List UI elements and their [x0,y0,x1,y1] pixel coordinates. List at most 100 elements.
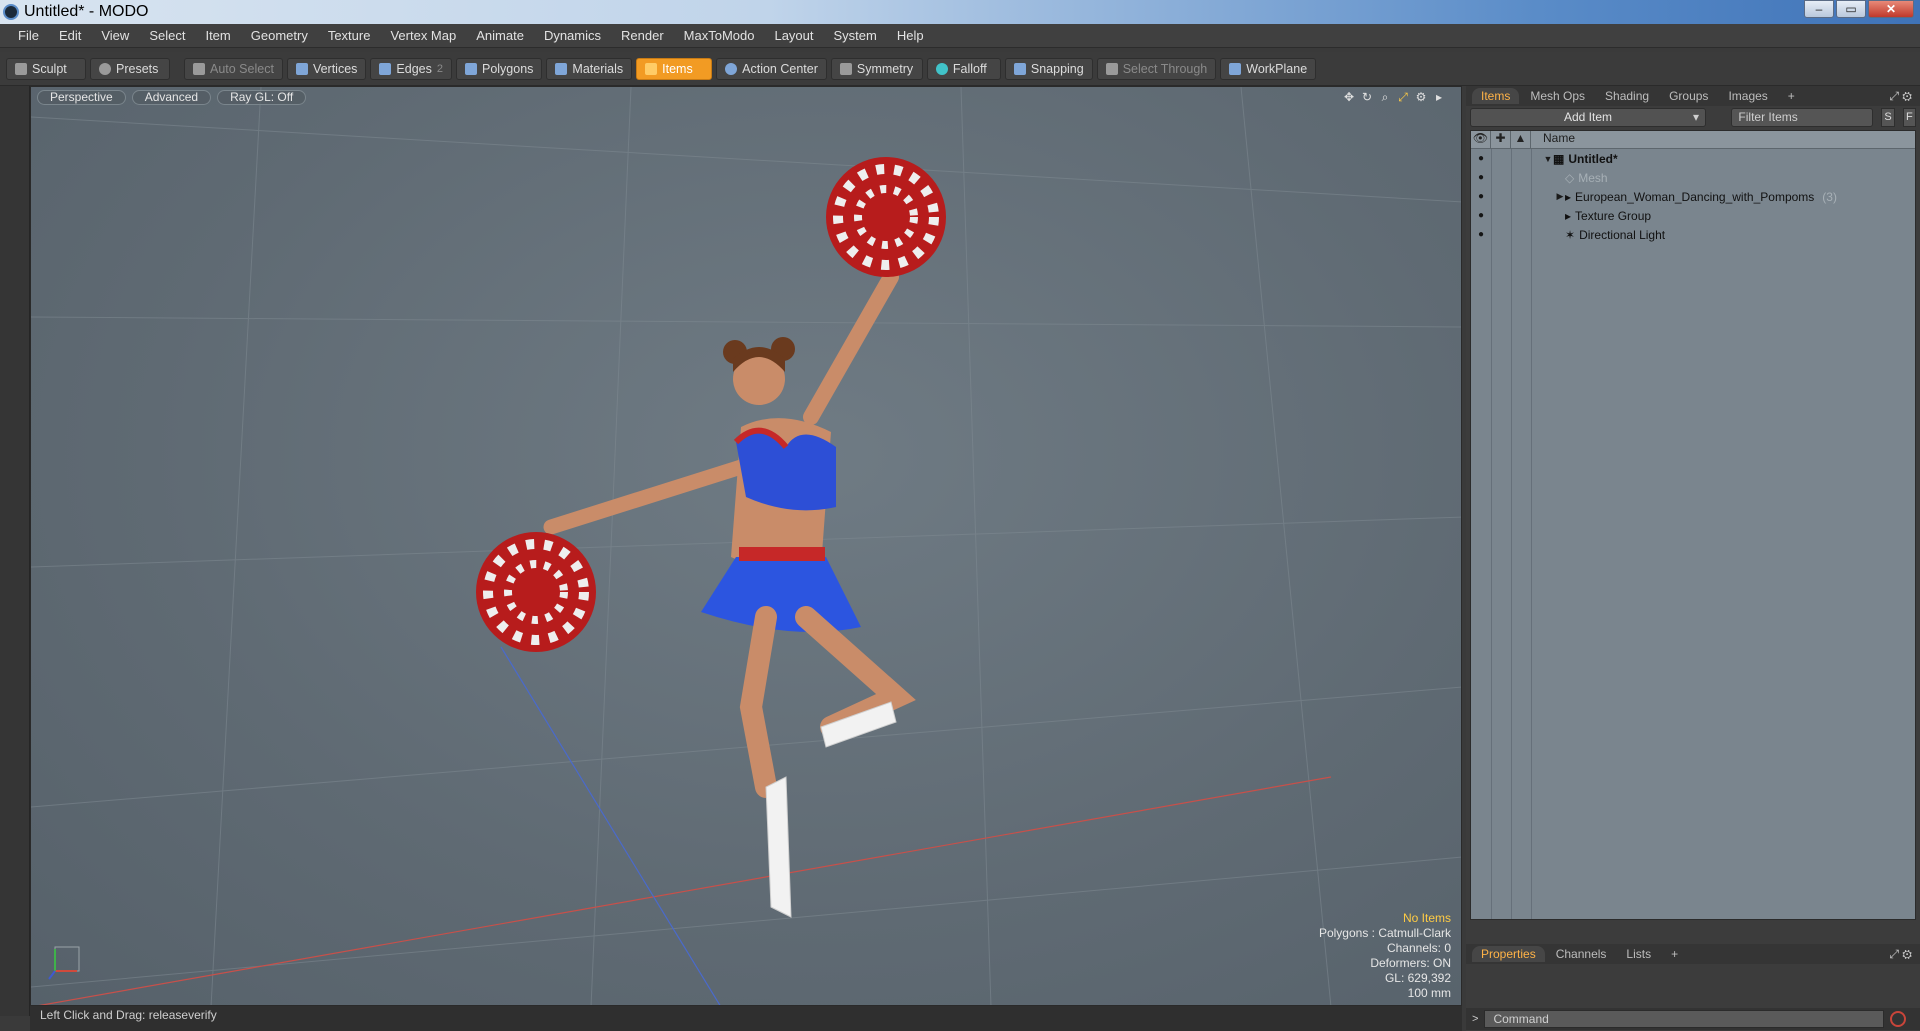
panel-options-icon[interactable]: ⤢ ⚙ [1889,947,1912,962]
lock-column-icon[interactable]: ✚ [1491,131,1511,148]
eye-icon[interactable]: ● [1471,229,1491,240]
snapping-label: Snapping [1030,61,1084,76]
maximize-button[interactable]: ▭ [1836,0,1866,18]
tree-row-texture-group[interactable]: ● ▸ Texture Group [1471,206,1915,225]
polygons-label: Polygons [481,61,534,76]
expand-right-icon[interactable]: ▶ [1555,191,1565,202]
edges-button[interactable]: Edges 2 [370,57,452,80]
tree-row-model-group[interactable]: ● ▶ ▸ European_Woman_Dancing_with_Pompom… [1471,187,1915,206]
menu-help[interactable]: Help [887,28,934,43]
visibility-column-icon[interactable]: 👁 [1471,131,1491,148]
materials-icon [555,62,568,75]
materials-button[interactable]: Materials [546,57,633,80]
s-button[interactable]: S [1881,108,1895,127]
menu-system[interactable]: System [824,28,887,43]
viewport-tab-advanced[interactable]: Advanced [131,90,212,105]
3d-viewport[interactable]: Perspective Advanced Ray GL: Off ✥ ↻ ⌕ ⤢… [30,86,1462,1006]
tab-items[interactable]: Items [1472,88,1520,104]
items-button[interactable]: Items [636,57,713,80]
eye-icon[interactable]: ● [1471,172,1491,183]
eye-icon[interactable]: ● [1471,210,1491,221]
add-tab-button[interactable]: + [1662,946,1687,962]
sculpt-button[interactable]: Sculpt [6,57,86,80]
auto-select-button[interactable]: Auto Select [184,57,283,80]
symmetry-button[interactable]: Symmetry [830,57,923,80]
add-item-label: Add Item [1563,110,1612,124]
tree-label-scene: ▦ Untitled* [1553,152,1618,166]
name-column-header[interactable]: Name [1531,131,1575,148]
group-icon: ▸ [1565,189,1572,204]
menu-select[interactable]: Select [139,28,195,43]
status-line: Left Click and Drag: releaseverify [30,1006,1462,1031]
viewport-tab-raygl[interactable]: Ray GL: Off [217,90,307,105]
falloff-button[interactable]: Falloff [926,57,1001,80]
tree-row-mesh[interactable]: ● ◇ Mesh [1471,168,1915,187]
record-icon[interactable] [1890,1011,1907,1027]
add-item-button[interactable]: Add Item ▾ [1470,108,1706,127]
workplane-button[interactable]: WorkPlane [1220,57,1317,80]
panel-options-icon[interactable]: ⤢ ⚙ [1889,89,1912,104]
polygons-button[interactable]: Polygons [455,57,543,80]
menu-dynamics[interactable]: Dynamics [534,28,611,43]
tab-images[interactable]: Images [1719,88,1776,104]
close-button[interactable]: ✕ [1868,0,1914,18]
items-label: Items [662,61,693,76]
eye-icon[interactable]: ● [1471,191,1491,202]
menu-geometry[interactable]: Geometry [241,28,318,43]
menu-animate[interactable]: Animate [466,28,534,43]
tree-row-directional-light[interactable]: ● ✶ Directional Light [1471,225,1915,244]
menu-render[interactable]: Render [611,28,674,43]
menu-maxtomodo[interactable]: MaxToModo [674,28,765,43]
viewport-scene [31,87,1461,1005]
presets-icon [99,62,111,75]
tab-shading[interactable]: Shading [1596,88,1658,104]
expand-down-icon[interactable]: ▼ [1543,154,1553,164]
eye-icon[interactable]: ● [1471,153,1491,164]
item-tree: 👁 ✚ ▲ Name ● ▼ ▦ Untitled* ● ◇ Mesh ● ▶ … [1470,130,1916,920]
menu-edit[interactable]: Edit [49,28,91,43]
command-input[interactable]: Command [1484,1010,1885,1028]
snapping-button[interactable]: Snapping [1004,57,1093,80]
viewport-settings-icon[interactable]: ⚙ [1415,91,1427,103]
tab-properties[interactable]: Properties [1472,946,1545,962]
viewport-expand-icon[interactable]: ▸ [1433,91,1445,103]
f-button[interactable]: F [1902,108,1917,127]
vertices-button[interactable]: Vertices [286,57,367,80]
menu-texture[interactable]: Texture [318,28,381,43]
presets-button[interactable]: Presets [90,57,170,80]
menu-vertex-map[interactable]: Vertex Map [380,28,466,43]
tab-groups[interactable]: Groups [1660,88,1717,104]
pan-icon[interactable]: ✥ [1343,91,1355,103]
menu-file[interactable]: File [8,28,49,43]
render-column-icon[interactable]: ▲ [1511,131,1531,148]
symmetry-label: Symmetry [856,61,914,76]
tab-channels[interactable]: Channels [1547,946,1616,962]
filter-items-input[interactable]: Filter Items [1731,108,1874,127]
main-toolbar: Sculpt Presets Auto Select Vertices Edge… [0,52,1920,86]
tab-mesh-ops[interactable]: Mesh Ops [1521,88,1594,104]
tree-row-scene[interactable]: ● ▼ ▦ Untitled* [1471,149,1915,168]
tab-lists[interactable]: Lists [1617,946,1660,962]
select-through-label: Select Through [1122,61,1208,76]
presets-label: Presets [116,61,159,76]
menu-item[interactable]: Item [195,28,240,43]
viewport-tab-perspective[interactable]: Perspective [37,90,126,105]
vertices-label: Vertices [312,61,358,76]
auto-select-icon [193,62,205,75]
select-through-button[interactable]: Select Through [1096,57,1217,80]
fit-icon[interactable]: ⤢ [1397,91,1409,103]
action-center-icon [725,62,738,75]
stats-deformers: Deformers: ON [1370,956,1451,970]
menu-view[interactable]: View [91,28,139,43]
tree-label-directional-light: ✶ Directional Light [1565,228,1665,242]
add-tab-button[interactable]: + [1779,88,1804,104]
minimize-button[interactable]: ‒ [1804,0,1834,18]
light-icon: ✶ [1565,227,1576,242]
edges-icon [379,62,392,75]
rotate-icon[interactable]: ↻ [1361,91,1373,103]
zoom-icon[interactable]: ⌕ [1379,91,1391,103]
action-center-button[interactable]: Action Center [716,57,827,80]
stats-polygons: Polygons : Catmull-Clark [1318,926,1451,940]
snapping-icon [1013,62,1026,75]
menu-layout[interactable]: Layout [764,28,823,43]
